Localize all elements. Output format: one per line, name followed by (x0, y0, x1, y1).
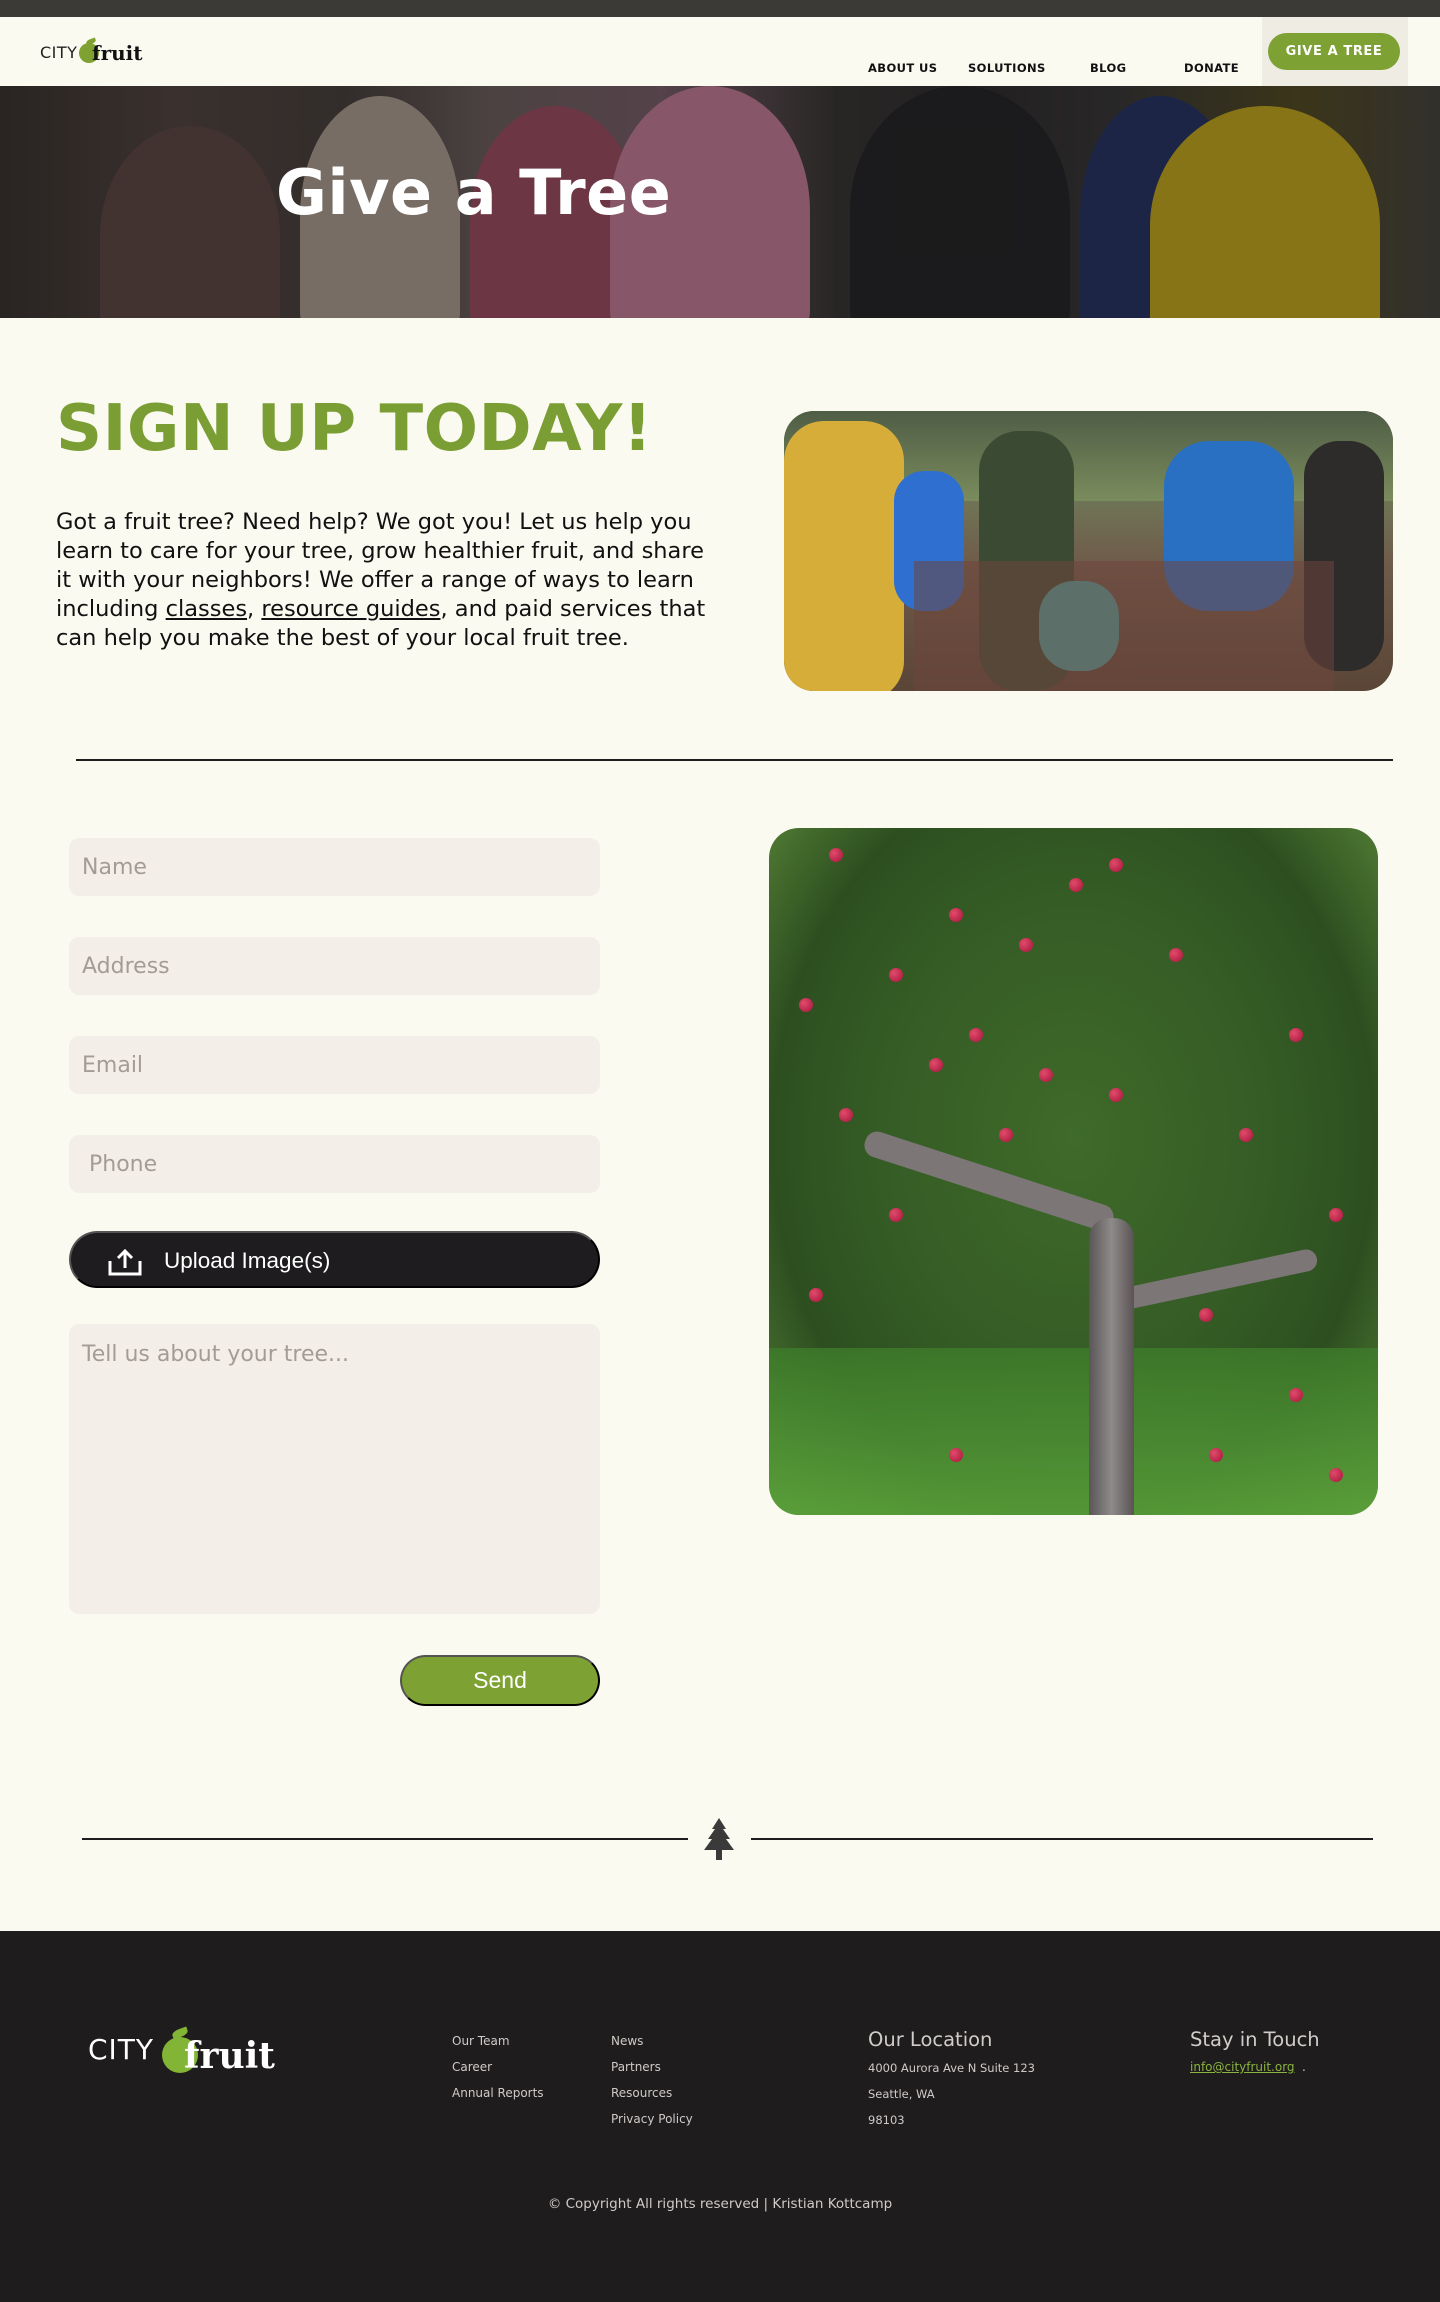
apple-dot (1329, 1468, 1343, 1482)
tree-icon (704, 1818, 734, 1860)
footer-link-privacy-policy[interactable]: Privacy Policy (611, 2112, 693, 2126)
apple-dot (929, 1058, 943, 1072)
apple-dot (1329, 1208, 1343, 1222)
nav-link-donate[interactable]: DONATE (1184, 61, 1239, 75)
copyright-text: © Copyright All rights reserved | Kristi… (547, 2196, 893, 2212)
apple-dot (949, 908, 963, 922)
classes-link[interactable]: classes (166, 596, 247, 622)
address-input[interactable] (69, 937, 600, 995)
photo-person-yellow-jacket (784, 421, 904, 691)
footer-link-resources[interactable]: Resources (611, 2086, 672, 2100)
apple-dot (1289, 1388, 1303, 1402)
nav-link-about-us[interactable]: ABOUT US (868, 61, 937, 75)
apple-dot (969, 1028, 983, 1042)
footer-link-our-team[interactable]: Our Team (452, 2034, 510, 2048)
apple-dot (1289, 1028, 1303, 1042)
footer-address-line: Seattle, WA (868, 2087, 935, 2101)
apple-dot (809, 1288, 823, 1302)
nav-link-blog[interactable]: BLOG (1090, 61, 1127, 75)
apple-dot (839, 1108, 853, 1122)
apple-dot (1169, 948, 1183, 962)
apple-dot (1069, 878, 1083, 892)
hero-banner: Give a Tree (0, 86, 1440, 318)
footer-logo-fruit-text: fruit (184, 2035, 275, 2077)
upload-icon (108, 1248, 142, 1276)
apple-dot (1019, 938, 1033, 952)
apple-dot (889, 1208, 903, 1222)
apple-dot (1199, 1308, 1213, 1322)
footer-link-partners[interactable]: Partners (611, 2060, 661, 2074)
top-strip (0, 0, 1440, 17)
apple-dot (1109, 1088, 1123, 1102)
footer-logo[interactable]: CITY fruit (88, 2026, 303, 2079)
footer-address-line: 4000 Aurora Ave N Suite 123 (868, 2061, 1035, 2075)
photo-shrub (914, 561, 1334, 691)
phone-input[interactable] (69, 1135, 600, 1193)
tree-description-field[interactable] (69, 1324, 600, 1614)
nav-links: ABOUT US SOLUTIONS BLOG DONATE (0, 44, 1440, 75)
navbar: CITY fruit ABOUT US SOLUTIONS BLOG DONAT… (0, 17, 1440, 86)
section-divider-left (82, 1838, 688, 1840)
intro-comma: , (247, 596, 262, 622)
apple-dot (1039, 1068, 1053, 1082)
apple-dot (999, 1128, 1013, 1142)
footer-location-heading: Our Location (868, 2028, 993, 2051)
apple-dot (1109, 858, 1123, 872)
apple-dot (889, 968, 903, 982)
give-a-tree-button[interactable]: GIVE A TREE (1268, 33, 1400, 70)
email-input[interactable] (69, 1036, 600, 1094)
upload-label: Upload Image(s) (164, 1248, 331, 1273)
resource-guides-link[interactable]: resource guides (261, 596, 440, 622)
apple-dot (799, 998, 813, 1012)
footer-email-suffix: . (1302, 2060, 1306, 2074)
intro-paragraph: Got a fruit tree? Need help? We got you!… (56, 508, 716, 653)
apple-dot (1239, 1128, 1253, 1142)
photo-branch (1118, 1247, 1320, 1311)
volunteers-pruning-photo (784, 411, 1393, 691)
footer-logo-city-text: CITY (88, 2033, 155, 2066)
footer-link-annual-reports[interactable]: Annual Reports (452, 2086, 544, 2100)
section-divider (76, 759, 1393, 761)
apple-dot (949, 1448, 963, 1462)
name-input[interactable] (69, 838, 600, 896)
photo-trunk (1089, 1218, 1134, 1515)
footer-link-news[interactable]: News (611, 2034, 643, 2048)
footer-link-career[interactable]: Career (452, 2060, 492, 2074)
apple-dot (1209, 1448, 1223, 1462)
nav-link-solutions[interactable]: SOLUTIONS (968, 61, 1046, 75)
section-divider-right (751, 1838, 1373, 1840)
upload-images-button[interactable]: Upload Image(s) (69, 1231, 600, 1288)
site-footer: CITY fruit Our Team Career Annual Report… (0, 1931, 1440, 2302)
photo-grass (769, 1348, 1378, 1515)
apple-tree-photo (769, 828, 1378, 1515)
footer-address-line: 98103 (868, 2113, 905, 2127)
send-button[interactable]: Send (400, 1655, 600, 1706)
footer-contact-heading: Stay in Touch (1190, 2028, 1320, 2051)
page-title: Give a Tree (276, 156, 672, 229)
footer-email-link[interactable]: info@cityfruit.org (1190, 2060, 1295, 2074)
signup-heading: SIGN UP TODAY! (56, 392, 653, 466)
hero-overlay (0, 86, 1440, 318)
apple-dot (829, 848, 843, 862)
